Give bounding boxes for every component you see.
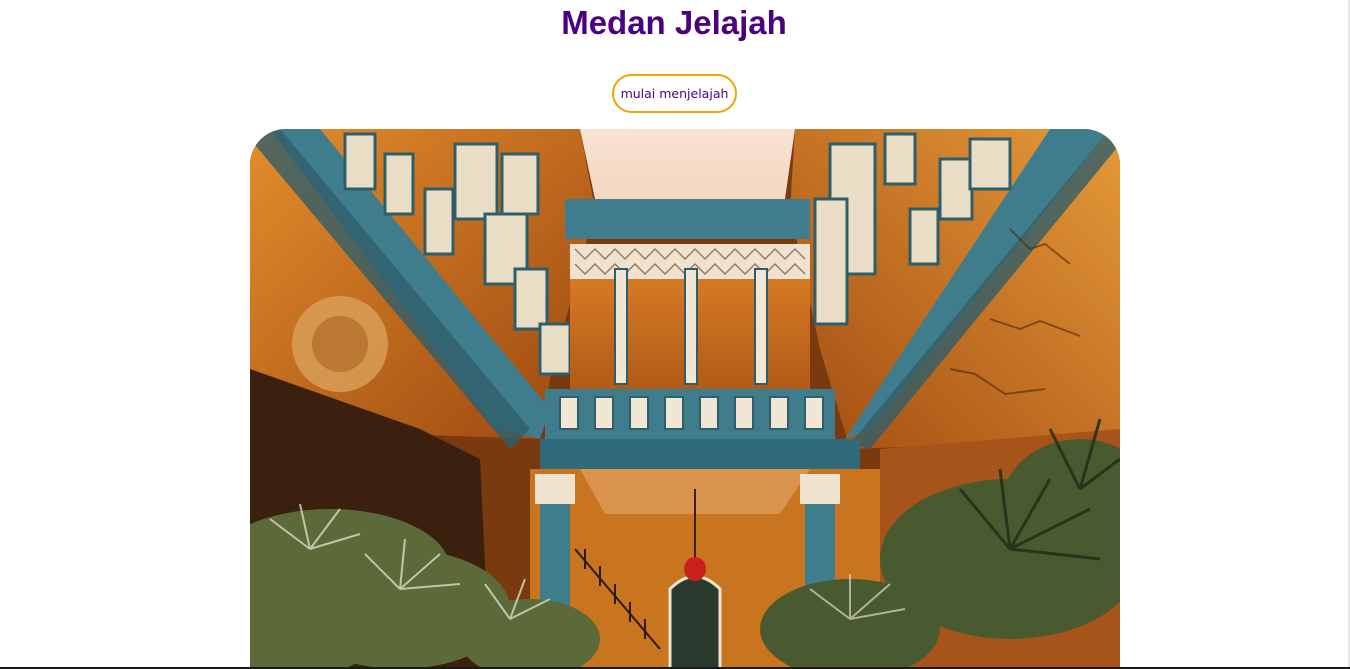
hero-image (250, 129, 1120, 669)
courtyard-illustration (250, 129, 1120, 669)
start-exploring-button[interactable]: mulai menjelajah (612, 74, 737, 113)
page-title: Medan Jelajah (561, 4, 787, 41)
page: Medan Jelajah mulai menjelajah (0, 0, 1350, 669)
